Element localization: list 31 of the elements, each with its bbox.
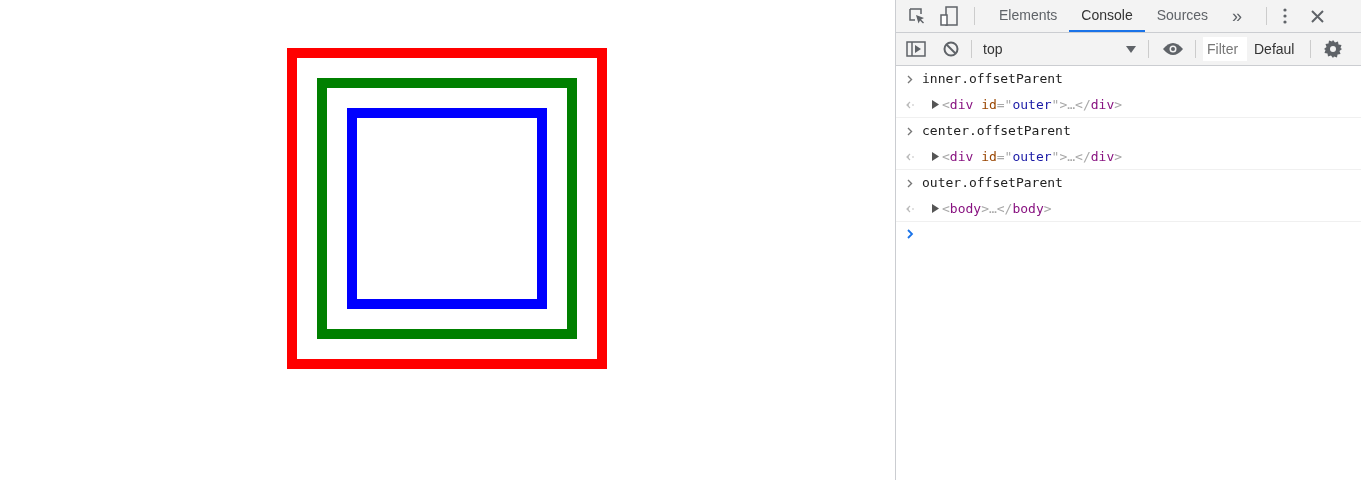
close-icon[interactable]	[1311, 9, 1325, 23]
result-arrow-icon	[906, 204, 916, 213]
result-text[interactable]: <div id="outer">…</div>	[942, 146, 1123, 167]
input-chevron-icon	[907, 178, 913, 188]
expand-triangle-icon[interactable]	[932, 204, 939, 213]
context-dropdown[interactable]: top	[972, 38, 1144, 60]
more-tabs-button[interactable]: »	[1232, 2, 1243, 30]
command-text: outer.offsetParent	[922, 174, 1063, 193]
result-text[interactable]: <div id="outer">…</div>	[942, 94, 1123, 115]
eye-icon[interactable]	[1162, 42, 1184, 56]
tab[interactable]: Sources	[1144, 0, 1221, 32]
input-chevron-icon	[907, 74, 913, 84]
input-chevron-icon	[907, 126, 913, 136]
result-text[interactable]: <body>…</body>	[942, 198, 1052, 219]
tab[interactable]: Elements	[987, 0, 1070, 32]
result-arrow-icon	[906, 152, 916, 161]
sidebar-toggle-icon[interactable]	[906, 41, 926, 57]
command-text: center.offsetParent	[922, 122, 1071, 141]
result-arrow-icon	[906, 100, 916, 109]
expand-triangle-icon[interactable]	[932, 100, 939, 109]
command-text: inner.offsetParent	[922, 70, 1063, 89]
filter-field[interactable]: Filter	[1203, 37, 1247, 61]
levels-dropdown[interactable]: Defaul	[1254, 38, 1308, 60]
settings-icon[interactable]	[1324, 40, 1342, 58]
prompt-icon	[907, 229, 914, 239]
device-icon[interactable]	[940, 6, 958, 26]
menu-icon[interactable]	[1283, 8, 1288, 24]
clear-console-icon[interactable]	[943, 41, 959, 57]
inspect-icon[interactable]	[908, 7, 926, 25]
expand-triangle-icon[interactable]	[932, 152, 939, 161]
caret-icon[interactable]	[1126, 45, 1136, 53]
